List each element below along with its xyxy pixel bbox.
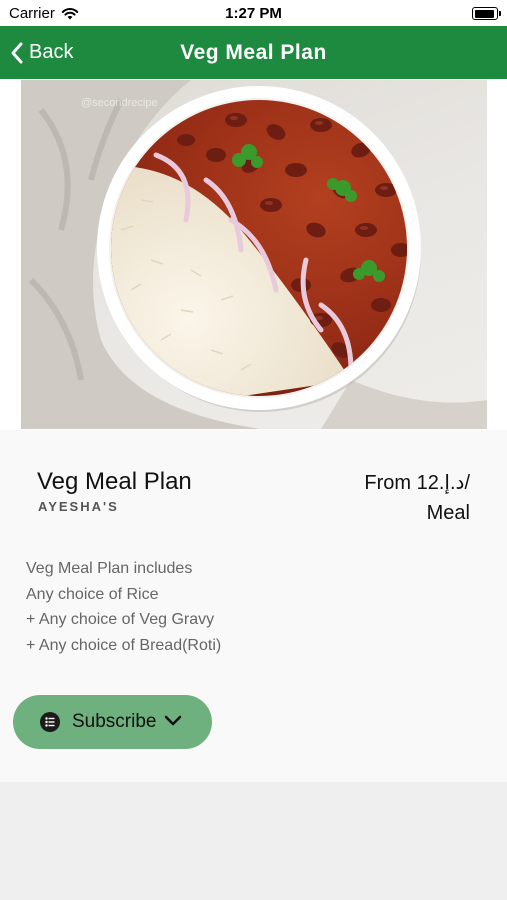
hero-section: @secondrecipe	[0, 79, 507, 430]
plan-vendor: AYESHA'S	[38, 499, 119, 514]
description-line: + Any choice of Veg Gravy	[26, 611, 215, 629]
app-screen: Carrier 1:27 PM Back Veg Meal Plan @seco…	[0, 0, 507, 900]
plan-title: Veg Meal Plan	[37, 468, 192, 495]
description-line: Any choice of Rice	[26, 585, 159, 603]
plan-details-card: Veg Meal Plan AYESHA'S From 12.د.إ/ Meal…	[0, 430, 507, 782]
status-bar: Carrier 1:27 PM	[0, 0, 507, 26]
description-line: Veg Meal Plan includes	[26, 560, 193, 577]
price-unit: Meal	[426, 502, 470, 524]
food-photo: @secondrecipe	[21, 80, 487, 429]
battery-icon	[472, 7, 501, 20]
description-line: + Any choice of Bread(Roti)	[26, 636, 222, 654]
chevron-down-icon	[164, 715, 182, 726]
list-icon	[40, 712, 60, 732]
plan-price: From 12.د.إ/ Meal	[364, 468, 470, 528]
rajma-rice-bowl-image: @secondrecipe	[21, 80, 487, 429]
watermark-text: @secondrecipe	[81, 97, 158, 109]
price-amount: From 12.د.إ/	[364, 472, 470, 494]
subscribe-button[interactable]: Subscribe	[13, 695, 212, 749]
status-time: 1:27 PM	[225, 5, 282, 22]
page-title: Veg Meal Plan	[180, 40, 327, 64]
navigation-bar: Back Veg Meal Plan	[0, 26, 507, 79]
subscribe-label: Subscribe	[72, 711, 157, 732]
plan-description: Veg Meal Plan includes Any choice of Ric…	[26, 556, 221, 658]
